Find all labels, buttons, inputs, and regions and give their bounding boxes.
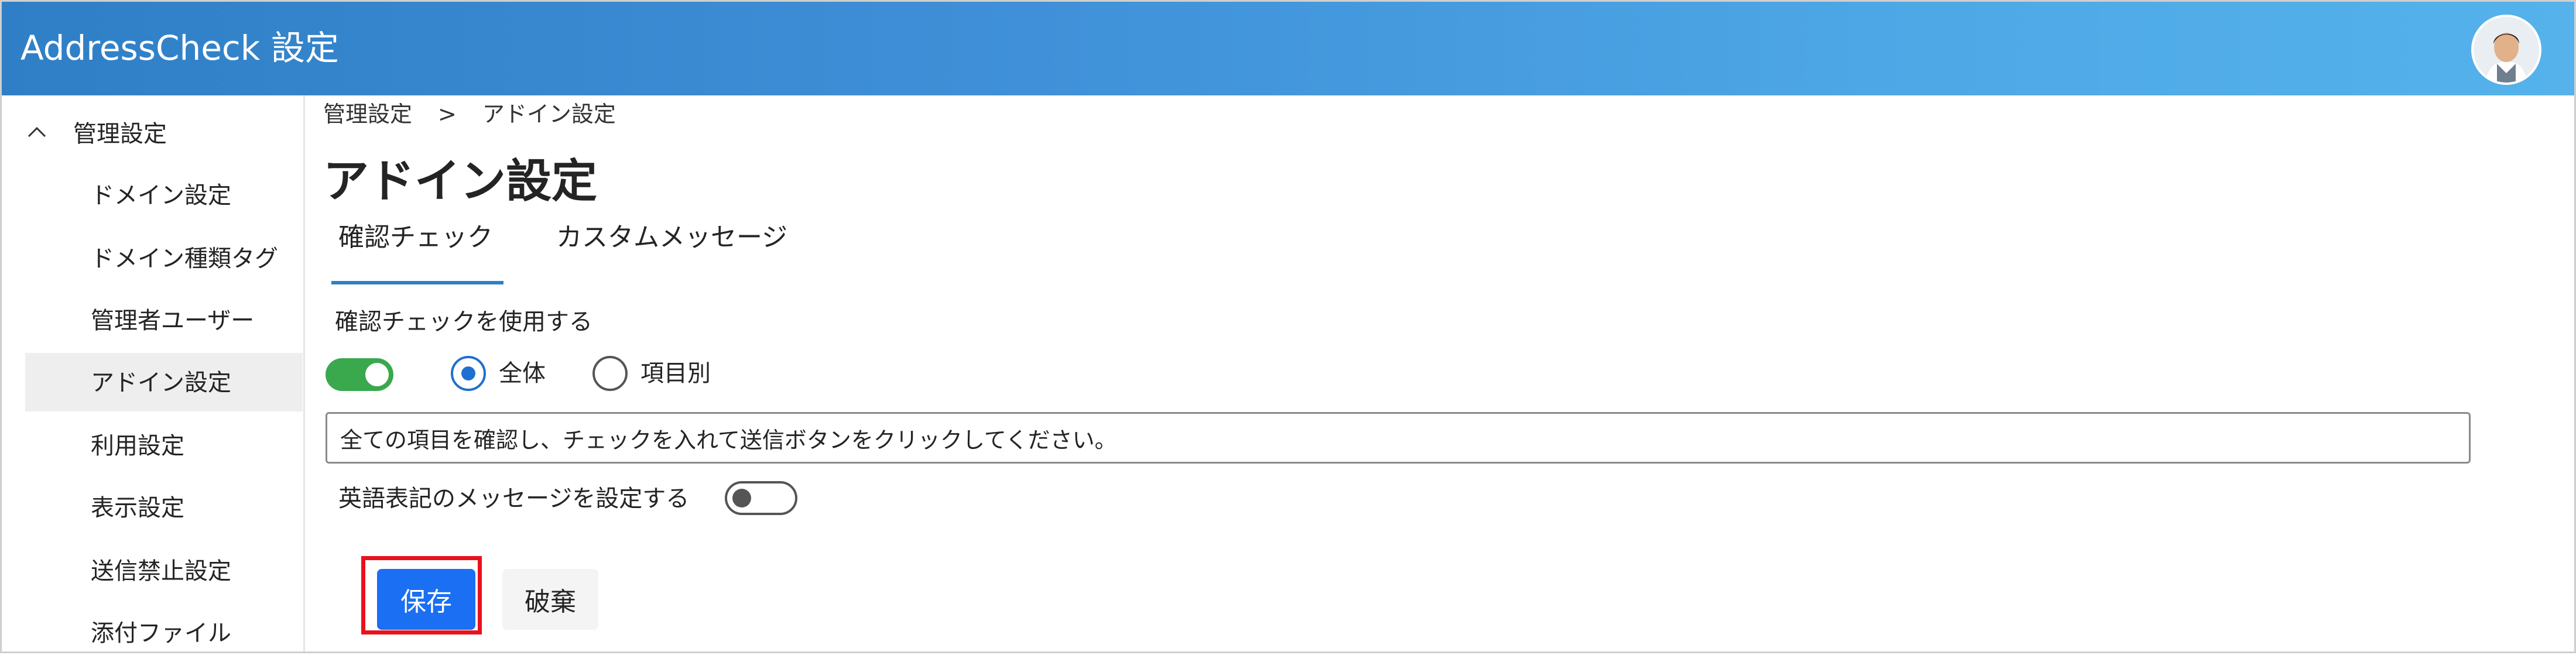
sidebar-group-label: 管理設定	[73, 121, 167, 148]
tab-custom-message[interactable]: カスタムメッセージ	[556, 222, 787, 253]
confirm-check-toggle[interactable]	[326, 358, 393, 391]
breadcrumb-current: アドイン設定	[482, 101, 616, 127]
sidebar-item-attachments[interactable]: 添付ファイル	[25, 603, 303, 662]
radio-scope-all-label[interactable]: 全体	[499, 359, 546, 387]
sidebar-item-label: アドイン設定	[91, 369, 231, 396]
sidebar-item-label: ドメイン設定	[91, 182, 231, 209]
sidebar-item-send-block-settings[interactable]: 送信禁止設定	[25, 541, 303, 600]
save-button[interactable]: 保存	[377, 569, 475, 630]
english-message-toggle[interactable]	[725, 481, 797, 515]
toggle-knob	[732, 489, 751, 507]
sidebar-item-domain-settings[interactable]: ドメイン設定	[25, 166, 303, 224]
breadcrumb-separator: >	[438, 101, 457, 127]
sidebar-item-label: 表示設定	[91, 495, 184, 522]
sidebar-item-display-settings[interactable]: 表示設定	[25, 478, 303, 537]
confirm-message-input[interactable]	[326, 412, 2471, 464]
app-header: AddressCheck 設定	[2, 2, 2574, 95]
radio-scope-all[interactable]	[451, 356, 486, 391]
sidebar-item-admin-users[interactable]: 管理者ユーザー	[25, 291, 303, 349]
radio-scope-per-item-label[interactable]: 項目別	[640, 359, 711, 387]
sidebar-item-usage-settings[interactable]: 利用設定	[25, 416, 303, 475]
breadcrumb-parent-link[interactable]: 管理設定	[323, 101, 412, 127]
sidebar-item-domain-type-tags[interactable]: ドメイン種類タグ	[25, 229, 303, 287]
sidebar-item-label: 送信禁止設定	[91, 558, 231, 585]
user-avatar[interactable]	[2474, 17, 2539, 83]
sidebar-group-admin-settings[interactable]: 管理設定	[25, 114, 167, 149]
tab-confirm-check[interactable]: 確認チェック	[338, 222, 493, 253]
page-title: アドイン設定	[323, 155, 598, 208]
english-message-label: 英語表記のメッセージを設定する	[338, 485, 690, 512]
sidebar-item-label: ドメイン種類タグ	[91, 245, 278, 272]
sidebar-item-label: 利用設定	[91, 433, 184, 459]
tab-selected-indicator	[331, 281, 503, 284]
breadcrumb: 管理設定 > アドイン設定	[323, 101, 616, 128]
sidebar-item-label: 管理者ユーザー	[91, 307, 255, 334]
sidebar-item-addin-settings[interactable]: アドイン設定	[25, 353, 303, 411]
confirm-check-label: 確認チェックを使用する	[335, 308, 592, 335]
radio-scope-per-item[interactable]	[592, 356, 628, 391]
app-title: AddressCheck 設定	[20, 28, 339, 68]
discard-button[interactable]: 破棄	[502, 569, 598, 630]
chevron-up-icon	[28, 126, 46, 138]
sidebar-item-label: 添付ファイル	[91, 620, 231, 647]
avatar-portrait-icon	[2474, 17, 2539, 83]
toggle-knob	[365, 363, 389, 386]
sidebar: 管理設定 ドメイン設定 ドメイン種類タグ 管理者ユーザー アドイン設定 利用設定…	[2, 95, 305, 651]
